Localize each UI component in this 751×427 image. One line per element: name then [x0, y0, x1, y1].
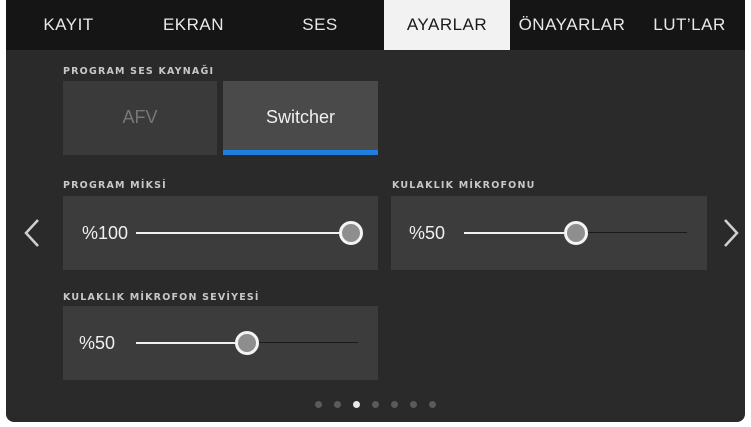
switcher-option-button[interactable]: Switcher [223, 81, 378, 155]
settings-screen: KAYIT EKRAN SES AYARLAR ÖNAYARLAR LUT’LA… [6, 0, 745, 422]
page-dot-7[interactable] [429, 401, 436, 408]
program-mix-slider[interactable]: %100 [63, 196, 378, 270]
program-mix-slider-knob[interactable] [339, 221, 363, 245]
selected-underline [223, 150, 378, 155]
headset-mic-slider-knob[interactable] [564, 221, 588, 245]
page-dot-5[interactable] [391, 401, 398, 408]
chevron-left-icon[interactable] [23, 218, 41, 254]
tab-bar: KAYIT EKRAN SES AYARLAR ÖNAYARLAR LUT’LA… [6, 0, 745, 50]
page-dot-4[interactable] [372, 401, 379, 408]
page-dot-3-current[interactable] [353, 401, 360, 408]
page-dot-6[interactable] [410, 401, 417, 408]
program-mix-label: PROGRAM MİKSİ [63, 180, 167, 191]
page-dot-1[interactable] [315, 401, 322, 408]
headset-mic-label: KULAKLIK MİKROFONU [392, 180, 536, 191]
headset-mic-level-label: KULAKLIK MİKROFON SEVİYESİ [63, 292, 260, 303]
headset-mic-value: %50 [409, 223, 446, 243]
tab-ekran[interactable]: EKRAN [131, 0, 256, 50]
tab-kayit[interactable]: KAYIT [6, 0, 131, 50]
headset-mic-level-slider-knob[interactable] [235, 331, 259, 355]
headset-mic-level-track-rest [247, 342, 358, 343]
tab-ses[interactable]: SES [256, 0, 384, 50]
afv-option-button[interactable]: AFV [63, 81, 217, 155]
headset-mic-track-fill [464, 232, 576, 234]
page-indicator [6, 401, 745, 408]
program-mix-track-fill [136, 232, 351, 234]
tab-ayarlar[interactable]: AYARLAR [384, 0, 510, 50]
switcher-option-label: Switcher [265, 107, 336, 127]
tab-onayarlar[interactable]: ÖNAYARLAR [510, 0, 634, 50]
headset-mic-track-rest [576, 232, 687, 233]
chevron-right-icon[interactable] [722, 218, 740, 254]
program-mix-value: %100 [82, 223, 129, 243]
program-source-label: PROGRAM SES KAYNAĞI [63, 66, 215, 77]
headset-mic-slider[interactable]: %50 [391, 196, 707, 270]
headset-mic-level-slider[interactable]: %50 [63, 306, 378, 380]
tab-lutlar[interactable]: LUT’LAR [634, 0, 745, 50]
headset-mic-level-value: %50 [79, 333, 116, 353]
page-dot-2[interactable] [334, 401, 341, 408]
headset-mic-level-track-fill [136, 342, 247, 344]
